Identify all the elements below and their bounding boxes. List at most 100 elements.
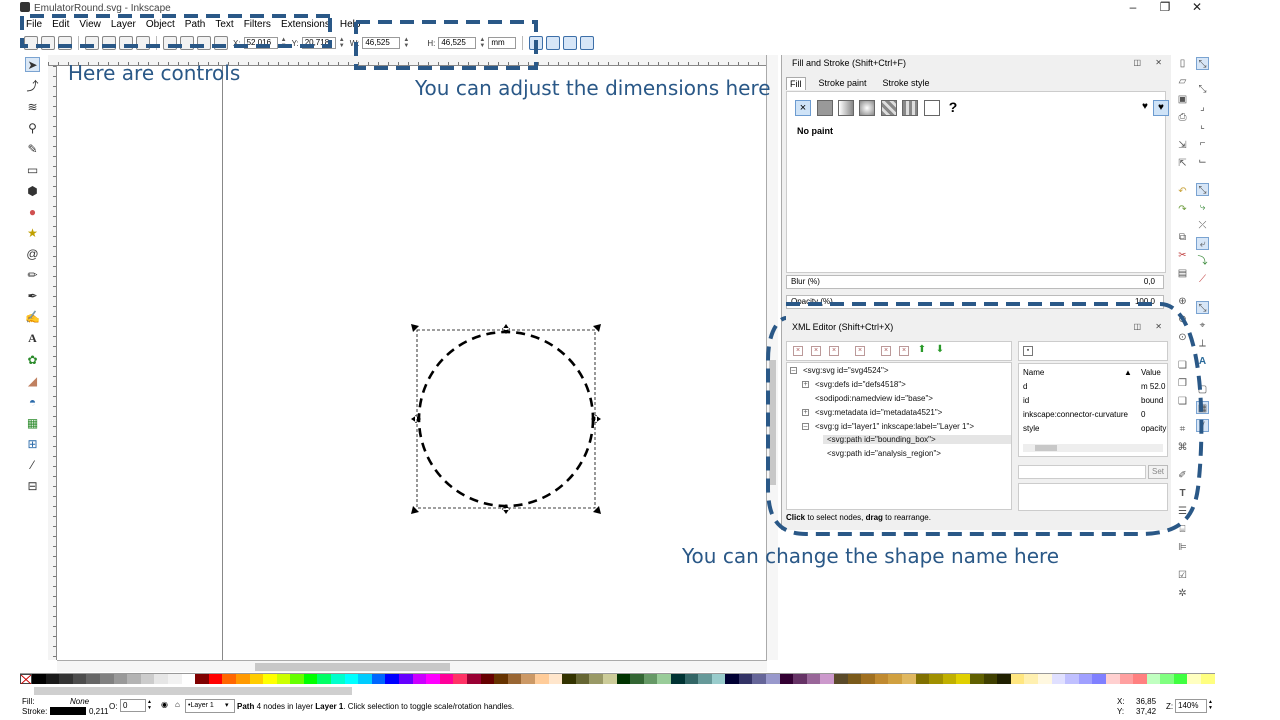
palette-swatch[interactable]: [127, 674, 141, 684]
tab-stroke-paint[interactable]: Stroke paint: [816, 77, 870, 90]
palette-swatch[interactable]: [657, 674, 671, 684]
zoom-field[interactable]: 140%: [1175, 699, 1207, 713]
export-icon[interactable]: ⇱: [1176, 157, 1189, 170]
circle-path[interactable]: [417, 330, 595, 508]
palette-swatch[interactable]: [725, 674, 739, 684]
snap-grid-icon[interactable]: ▦: [1196, 401, 1209, 414]
palette-swatch[interactable]: [263, 674, 277, 684]
x-spinner[interactable]: ▲ ▼: [281, 37, 287, 49]
scale-handles[interactable]: [411, 324, 601, 514]
palette-swatch[interactable]: [480, 674, 495, 684]
paint-bucket-tool-icon[interactable]: ◓: [25, 395, 40, 410]
vertical-ruler[interactable]: [48, 66, 57, 660]
palette-swatch[interactable]: [371, 674, 386, 684]
palette-swatch[interactable]: [1119, 674, 1134, 684]
text-tool-icon[interactable]: A: [25, 331, 40, 346]
vertical-scroll-thumb[interactable]: [769, 360, 776, 485]
radial-gradient-button[interactable]: [859, 100, 875, 116]
palette-swatch[interactable]: [874, 674, 889, 684]
ellipse-tool-icon[interactable]: ●: [25, 205, 40, 220]
palette-swatch[interactable]: [412, 674, 427, 684]
lower-to-bottom-icon[interactable]: [214, 36, 228, 50]
fill-stroke-window-buttons[interactable]: ◫ ✕: [1134, 56, 1168, 70]
clone-icon[interactable]: ❐: [1176, 377, 1189, 390]
palette-swatch[interactable]: [303, 674, 318, 684]
duplicate-icon[interactable]: ❏: [1176, 359, 1189, 372]
new-text-node-icon[interactable]: ×: [811, 346, 821, 356]
palette-swatch[interactable]: [630, 674, 644, 684]
flip-horizontal-icon[interactable]: [119, 36, 133, 50]
star-tool-icon[interactable]: ★: [25, 226, 40, 241]
save-icon[interactable]: ▣: [1176, 93, 1189, 106]
scale-corners-icon[interactable]: [546, 36, 561, 50]
palette-swatch[interactable]: [834, 674, 848, 684]
snap-bbox-midpoint-icon[interactable]: ⌐: [1196, 137, 1209, 150]
palette-swatch[interactable]: [1160, 674, 1174, 684]
attr-name[interactable]: d: [1023, 382, 1027, 391]
toggle-visibility-icon[interactable]: ◉: [161, 700, 168, 709]
palette-swatch[interactable]: [235, 674, 250, 684]
pen-tool-icon[interactable]: ✒: [25, 289, 40, 304]
menu-edit[interactable]: Edit: [52, 19, 69, 30]
snap-bbox-center-icon[interactable]: ⌙: [1196, 155, 1209, 168]
unlink-clone-icon[interactable]: ❑: [1176, 395, 1189, 408]
color-palette[interactable]: [20, 673, 1215, 684]
palette-swatch[interactable]: [290, 674, 304, 684]
close-button[interactable]: ✕: [1182, 0, 1212, 14]
palette-swatch[interactable]: [140, 674, 155, 684]
attribute-name-input[interactable]: [1018, 465, 1146, 479]
pencil-tool-icon[interactable]: ✏: [25, 268, 40, 283]
unindent-node-icon[interactable]: ×: [881, 346, 891, 356]
opacity-field[interactable]: 0: [120, 699, 146, 712]
expand-icon[interactable]: +: [802, 381, 809, 388]
palette-swatch[interactable]: [1078, 674, 1093, 684]
scale-handle-sw[interactable]: [411, 506, 419, 514]
stroke-swatch[interactable]: [50, 707, 86, 715]
width-field[interactable]: 46,525: [362, 37, 401, 49]
palette-swatch[interactable]: [167, 674, 182, 684]
palette-swatch[interactable]: [222, 674, 236, 684]
mesh-gradient-button[interactable]: [881, 100, 897, 116]
snap-line-midpoint-icon[interactable]: ⟋: [1196, 273, 1209, 286]
attr-name[interactable]: style: [1023, 424, 1039, 433]
lower-icon[interactable]: [197, 36, 211, 50]
fill-stroke-icon[interactable]: ✐: [1176, 469, 1189, 482]
palette-swatch[interactable]: [861, 674, 875, 684]
menu-text[interactable]: Text: [215, 19, 233, 30]
opacity-value[interactable]: 100,0: [1135, 296, 1155, 308]
new-element-node-icon[interactable]: ×: [793, 346, 803, 356]
lower-node-icon[interactable]: ⬇: [935, 345, 945, 356]
unset-paint-button[interactable]: ?: [945, 100, 961, 116]
delete-attribute-icon[interactable]: ▪: [1023, 346, 1033, 356]
attr-hscrollbar[interactable]: [1023, 444, 1163, 452]
tab-fill[interactable]: Fill: [786, 77, 806, 90]
import-icon[interactable]: ⇲: [1176, 139, 1189, 152]
width-spinner[interactable]: ▲ ▼: [403, 37, 409, 49]
height-spinner[interactable]: ▲ ▼: [479, 37, 485, 49]
menu-layer[interactable]: Layer: [111, 19, 136, 30]
palette-swatch[interactable]: [208, 674, 223, 684]
palette-swatch[interactable]: [86, 674, 100, 684]
zoom-selection-icon[interactable]: ⊕: [1176, 295, 1189, 308]
palette-swatch[interactable]: [738, 674, 753, 684]
palette-swatch[interactable]: [602, 674, 617, 684]
palette-none-swatch[interactable]: [20, 674, 32, 684]
opacity-slider[interactable]: Opacity (%) 100,0: [786, 295, 1164, 309]
box-3d-tool-icon[interactable]: ⬢: [25, 184, 40, 199]
menu-help[interactable]: Help: [340, 19, 361, 30]
menu-path[interactable]: Path: [185, 19, 206, 30]
xml-node-namedview[interactable]: <sodipodi:namedview id="base">: [815, 394, 933, 403]
palette-swatch[interactable]: [684, 674, 699, 684]
swatch-button[interactable]: [924, 100, 940, 116]
select-all-icon[interactable]: [24, 36, 38, 50]
preferences-icon[interactable]: ✲: [1176, 587, 1189, 600]
rotate-cw-icon[interactable]: [102, 36, 116, 50]
rectangle-tool-icon[interactable]: ▭: [25, 163, 40, 178]
snap-rotation-center-icon[interactable]: ⟂: [1196, 337, 1209, 350]
snap-path-intersection-icon[interactable]: ⤫: [1196, 219, 1209, 232]
palette-swatch[interactable]: [385, 674, 400, 684]
palette-swatch[interactable]: [847, 674, 862, 684]
attr-name[interactable]: inkscape:connector-curvature: [1023, 410, 1139, 419]
attr-value[interactable]: m 52.0: [1141, 382, 1167, 391]
zoom-tool-icon[interactable]: ⚲: [25, 121, 40, 136]
